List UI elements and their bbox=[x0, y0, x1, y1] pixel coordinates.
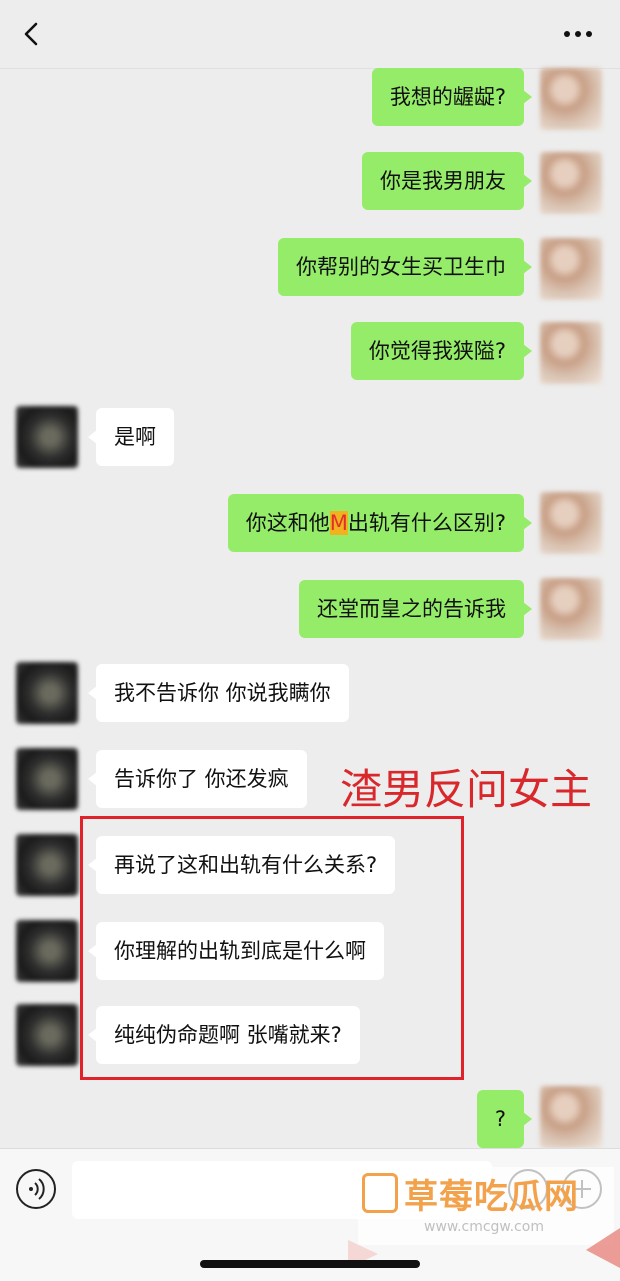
avatar[interactable] bbox=[540, 322, 602, 384]
message-bubble[interactable]: 是啊 bbox=[88, 408, 174, 466]
avatar[interactable] bbox=[16, 662, 78, 724]
chat-header bbox=[0, 0, 620, 69]
avatar[interactable] bbox=[540, 1086, 602, 1148]
message-bubble[interactable]: 告诉你了 你还发疯 bbox=[88, 750, 307, 808]
ellipsis-icon[interactable] bbox=[562, 28, 594, 40]
voice-icon[interactable] bbox=[16, 1169, 56, 1209]
watermark: 草莓吃瓜网 www.cmcgw.com bbox=[358, 1167, 614, 1245]
message-bubble[interactable]: 我想的龌龊? bbox=[371, 68, 533, 126]
avatar[interactable] bbox=[540, 68, 602, 130]
annotation-text: 渣男反问女主 bbox=[340, 765, 593, 814]
message-bubble[interactable]: 你这和他M出轨有什么区别? bbox=[227, 494, 533, 552]
message-bubble[interactable]: 还堂而皇之的告诉我 bbox=[299, 580, 532, 638]
avatar[interactable] bbox=[540, 238, 602, 300]
highlight-mark: M bbox=[329, 511, 348, 535]
message-bubble[interactable]: 你是我男朋友 bbox=[362, 152, 532, 210]
home-indicator bbox=[200, 1260, 420, 1268]
avatar[interactable] bbox=[540, 152, 602, 214]
message-text: 出轨有什么区别? bbox=[347, 511, 506, 535]
avatar[interactable] bbox=[540, 578, 602, 640]
avatar[interactable] bbox=[16, 748, 78, 810]
avatar[interactable] bbox=[16, 920, 78, 982]
avatar[interactable] bbox=[16, 406, 78, 468]
chat-title bbox=[284, 20, 332, 48]
watermark-logo-icon bbox=[362, 1173, 398, 1213]
watermark-url: www.cmcgw.com bbox=[424, 1219, 544, 1235]
message-bubble[interactable]: 你觉得我狭隘? bbox=[350, 322, 533, 380]
message-bubble[interactable]: 我不告诉你 你说我瞒你 bbox=[88, 664, 349, 722]
avatar[interactable] bbox=[16, 834, 78, 896]
annotation-box bbox=[80, 816, 464, 1080]
message-bubble[interactable]: ? bbox=[476, 1090, 533, 1148]
chevron-left-icon[interactable] bbox=[18, 20, 46, 48]
avatar[interactable] bbox=[16, 1004, 78, 1066]
watermark-text: 草莓吃瓜网 bbox=[404, 1177, 579, 1217]
message-text: 你这和他 bbox=[245, 511, 330, 535]
message-bubble[interactable]: 你帮别的女生买卫生巾 bbox=[278, 238, 532, 296]
avatar[interactable] bbox=[540, 492, 602, 554]
corner-decoration-icon bbox=[586, 1228, 620, 1268]
